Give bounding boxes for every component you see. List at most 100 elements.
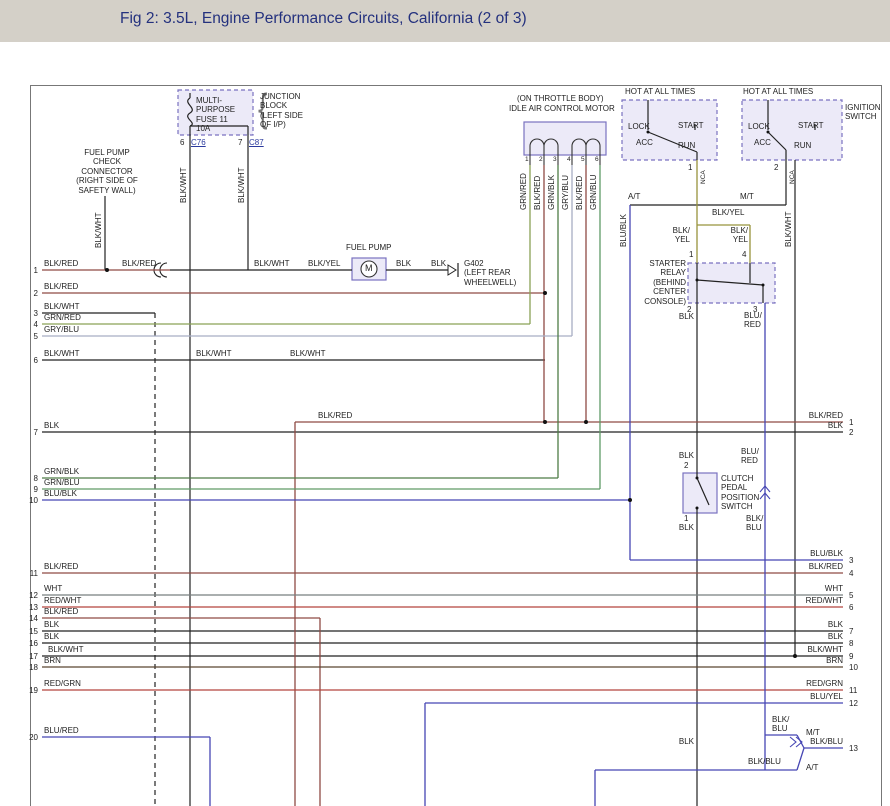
ignition-start-right: START xyxy=(798,121,823,130)
row1-wire-label: BLK/RED xyxy=(122,259,156,268)
right-row-wire: BLK xyxy=(770,620,843,629)
clutch-pin-2: 2 xyxy=(684,461,688,470)
connector-link-c76[interactable]: C76 xyxy=(191,138,206,147)
bottom-wire-blkblu-at: BLK/BLU xyxy=(748,757,781,766)
right-row-wire: BLU/BLK xyxy=(770,549,843,558)
right-row-wire: BLU/YEL xyxy=(770,692,843,701)
check-connector-label: FUEL PUMP CHECK CONNECTOR (RIGHT SIDE OF… xyxy=(69,148,145,195)
right-row-pin: 5 xyxy=(849,591,863,600)
row6-wire-label: BLK/WHT xyxy=(196,349,232,358)
ignition-lock-left: LOCK xyxy=(628,122,650,131)
wire-label-blkwht-right: BLK/WHT xyxy=(237,167,246,203)
left-row-wire: BLK/WHT xyxy=(48,645,84,654)
right-row-wire: RED/GRN xyxy=(770,679,843,688)
left-row-pin: 11 xyxy=(22,569,38,578)
junction-block-label: JUNCTION BLOCK (LEFT SIDE OF I/P) xyxy=(260,92,303,130)
left-row-pin: 9 xyxy=(22,485,38,494)
right-row-pin: 6 xyxy=(849,603,863,612)
iac-pin: 3 xyxy=(553,156,557,164)
right-row-pin: 1 xyxy=(849,418,863,427)
left-row-pin: 18 xyxy=(22,663,38,672)
clutch-wire-blk-top: BLK xyxy=(664,451,694,460)
ignition-connector-1: NCA xyxy=(700,170,707,184)
wire-label-blkwht-left: BLK/WHT xyxy=(179,167,188,203)
wire-label-blkwht-ign: BLK/WHT xyxy=(784,211,793,247)
wiring-diagram-svg xyxy=(0,0,890,806)
fuse-label: MULTI- PURPOSE FUSE 11 10A xyxy=(196,96,235,134)
left-row-wire: RED/GRN xyxy=(44,679,81,688)
relay-wire-blured: BLU/ RED xyxy=(744,311,762,330)
check-connector-wire-label: BLK/WHT xyxy=(94,212,103,248)
clutch-switch-box xyxy=(683,473,717,513)
left-row-wire: BLK xyxy=(44,421,59,430)
iac-location-label: (ON THROTTLE BODY) xyxy=(517,94,604,103)
left-row-pin: 20 xyxy=(22,733,38,742)
left-row-pin: 5 xyxy=(22,332,38,341)
ignition-switch-label: IGNITION SWITCH xyxy=(845,103,881,122)
row1-wire-label: BLK xyxy=(396,259,411,268)
left-row-wire: BLU/BLK xyxy=(44,489,77,498)
right-row-wire: BLK xyxy=(770,421,843,430)
right-row-wire: BLK xyxy=(770,632,843,641)
left-row-wire: BLK/RED xyxy=(44,282,78,291)
trans-option-mt: M/T xyxy=(740,192,754,201)
wire-label-blublk: BLU/BLK xyxy=(619,214,628,247)
ignition-lock-right: LOCK xyxy=(748,122,770,131)
row6-wire-label: BLK/WHT xyxy=(290,349,326,358)
right-row-wire: RED/WHT xyxy=(770,596,843,605)
figure-title: Fig 2: 3.5L, Engine Performance Circuits… xyxy=(120,10,527,28)
left-row-wire: BLK/RED xyxy=(44,259,78,268)
iac-pin: 2 xyxy=(539,156,543,164)
left-row-pin: 3 xyxy=(22,309,38,318)
trans-option-at: A/T xyxy=(628,192,640,201)
relay-pin-4: 4 xyxy=(742,250,746,259)
right-row-wire: BLK/BLU xyxy=(770,737,843,746)
relay-branch-wire-1: BLK/ YEL xyxy=(664,226,690,245)
left-row-wire: BLK/WHT xyxy=(44,349,80,358)
right-row-pin: 7 xyxy=(849,627,863,636)
left-row-pin: 6 xyxy=(22,356,38,365)
right-row-wire: WHT xyxy=(770,584,843,593)
bottom-wire-blkblu-mt: BLK/ BLU xyxy=(772,715,789,734)
left-row-wire: BLK/WHT xyxy=(44,302,80,311)
right-row-pin: 8 xyxy=(849,639,863,648)
iac-pin: 5 xyxy=(581,156,585,164)
iac-wire-label: BLK/RED xyxy=(575,176,584,210)
ignition-connector-2: NCA xyxy=(789,170,796,184)
title-bar: Fig 2: 3.5L, Engine Performance Circuits… xyxy=(0,0,890,42)
left-row-wire: BLU/RED xyxy=(44,726,79,735)
clutch-wire-blkblu: BLK/ BLU xyxy=(746,514,763,533)
right-row-pin: 2 xyxy=(849,428,863,437)
iac-wire-label: BLK/RED xyxy=(533,176,542,210)
left-row-wire: GRY/BLU xyxy=(44,325,79,334)
fuel-pump-label: FUEL PUMP xyxy=(346,243,392,252)
connector-link-c87[interactable]: C87 xyxy=(249,138,264,147)
motor-m-label: M xyxy=(365,263,373,274)
iac-name-label: IDLE AIR CONTROL MOTOR xyxy=(509,104,615,113)
left-row-wire: WHT xyxy=(44,584,62,593)
clutch-switch-label: CLUTCH PEDAL POSITION SWITCH xyxy=(721,474,759,512)
right-row-pin: 9 xyxy=(849,652,863,661)
left-row-wire: BLK/RED xyxy=(44,607,78,616)
left-row-pin: 2 xyxy=(22,289,38,298)
left-row-wire: RED/WHT xyxy=(44,596,81,605)
bottom-wire-blk: BLK xyxy=(664,737,694,746)
clutch-wire-blk-bottom: BLK xyxy=(664,523,694,532)
left-row-pin: 16 xyxy=(22,639,38,648)
left-row-pin: 4 xyxy=(22,320,38,329)
ignition-start-left: START xyxy=(678,121,703,130)
fuse-pin-6: 6 xyxy=(180,138,184,147)
right-row-wire: BRN xyxy=(770,656,843,665)
left-row-wire: GRN/BLU xyxy=(44,478,80,487)
left-row-pin: 8 xyxy=(22,474,38,483)
row1-wire-label: BLK/WHT xyxy=(254,259,290,268)
left-row-wire: BRN xyxy=(44,656,61,665)
iac-wire-label: GRN/BLU xyxy=(589,174,598,210)
wire-label-blkyel: BLK/YEL xyxy=(712,208,744,217)
right-row-pin: 12 xyxy=(849,699,863,708)
bottom-option-at: A/T xyxy=(806,763,818,772)
iac-wire-label: GRN/BLK xyxy=(547,175,556,210)
left-row-pin: 14 xyxy=(22,614,38,623)
iac-pin: 6 xyxy=(595,156,599,164)
ignition-pin-2: 2 xyxy=(774,163,778,172)
